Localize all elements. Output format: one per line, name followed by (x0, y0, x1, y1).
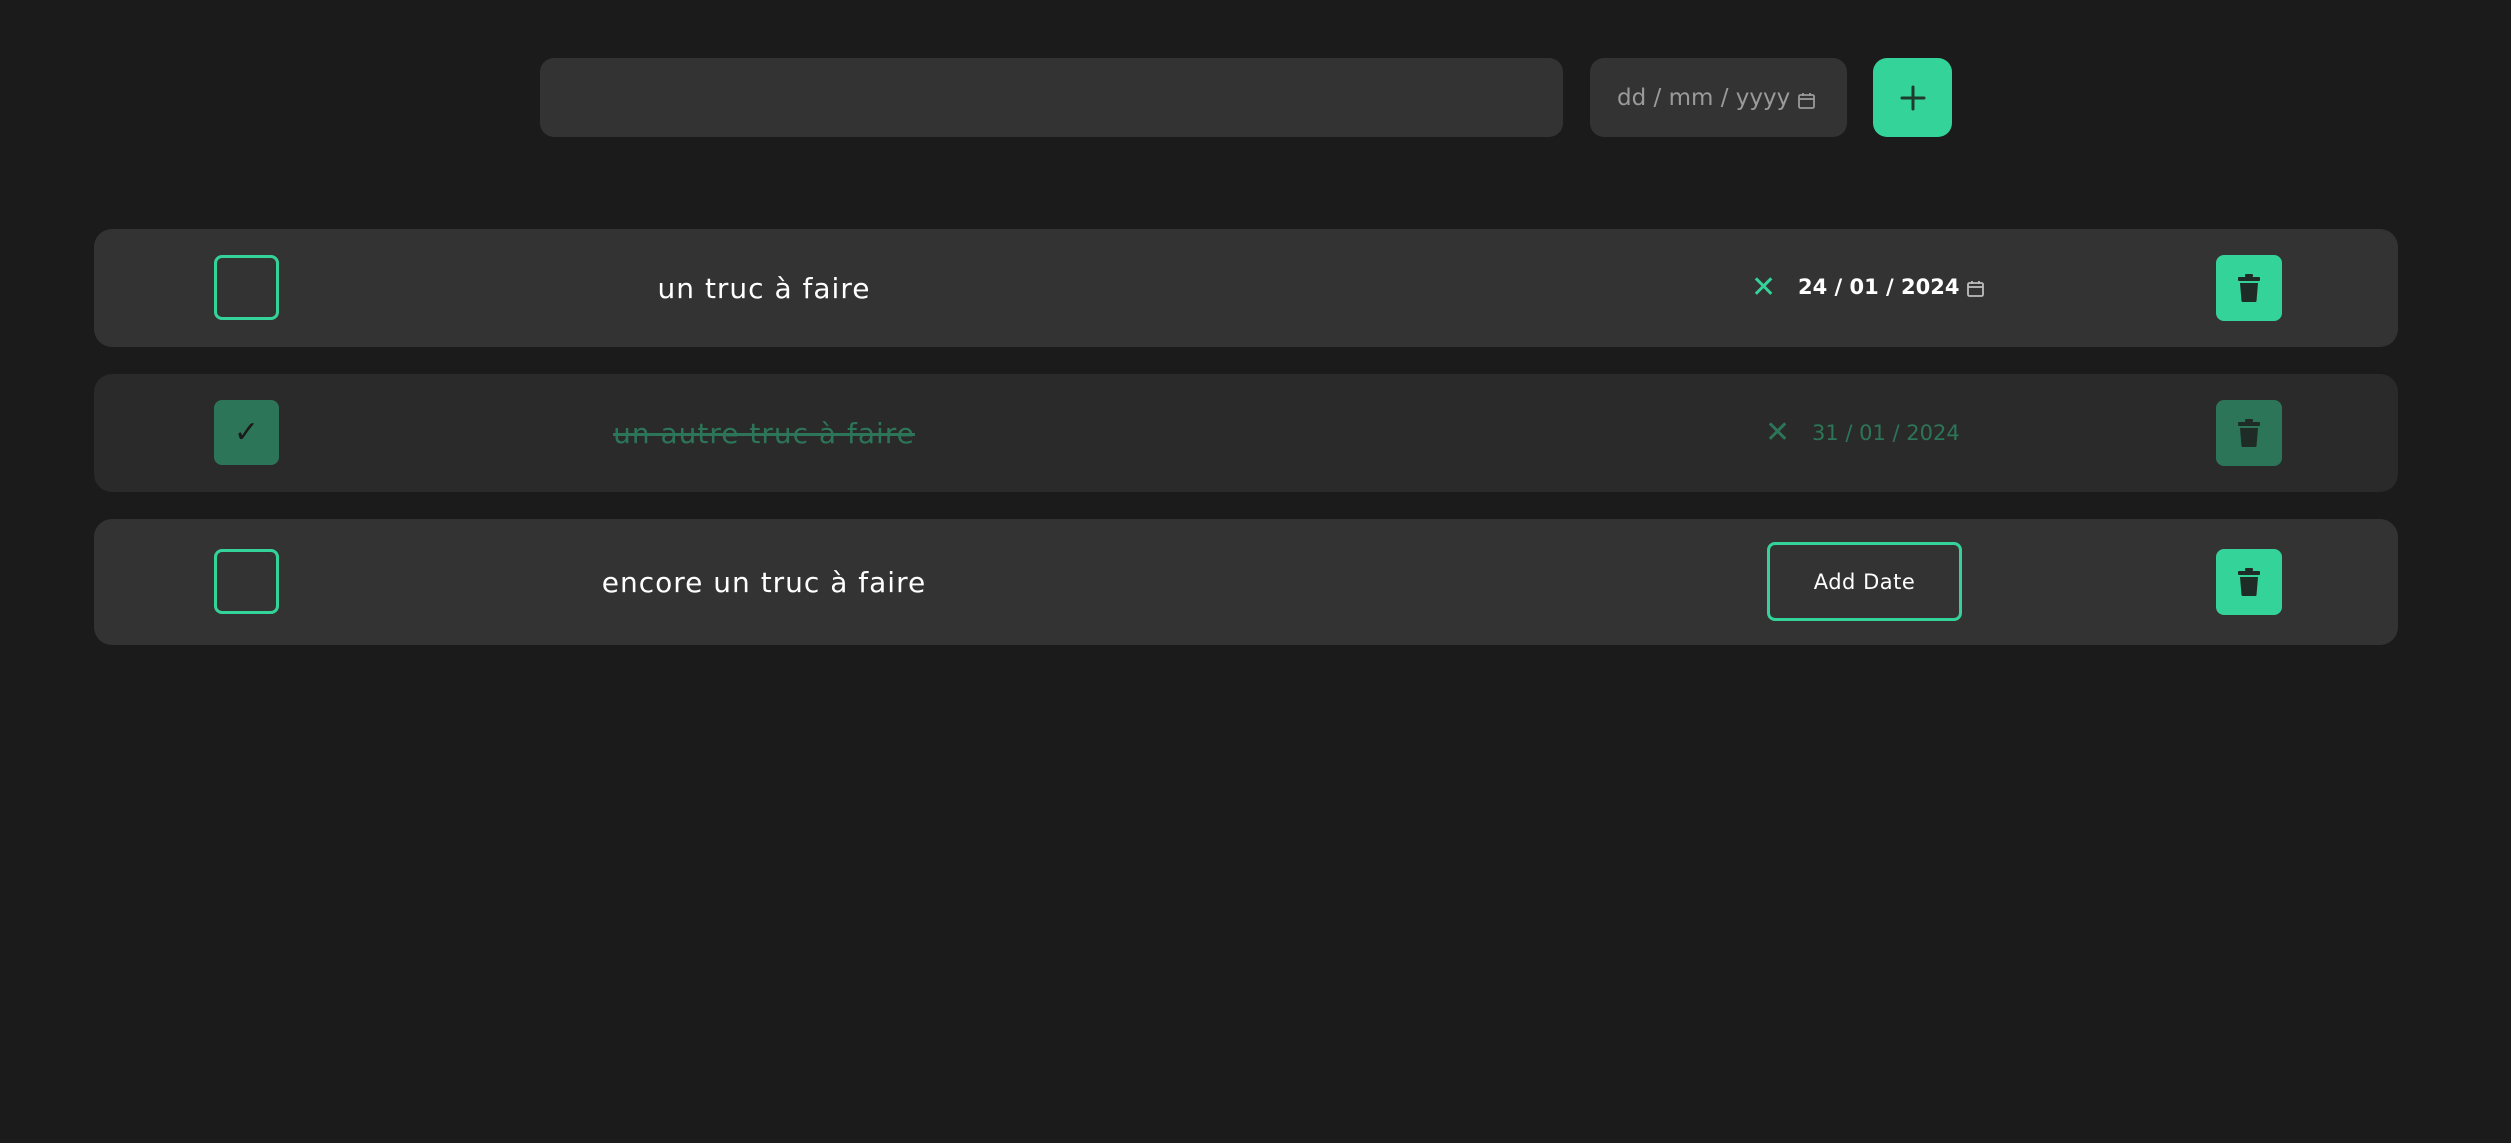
trash-icon (2238, 568, 2260, 596)
plus-icon (1900, 85, 1925, 110)
todo-text: un autre truc à faire (613, 417, 915, 450)
todo-checkbox-checked[interactable]: ✓ (214, 400, 279, 465)
todo-date-value: 24 / 01 / 2024 (1798, 275, 1960, 299)
todo-checkbox[interactable] (214, 549, 279, 614)
new-todo-date-input[interactable]: dd / mm / yyyy (1590, 58, 1847, 137)
add-date-button[interactable]: Add Date (1767, 542, 1962, 621)
todo-item: encore un truc à faire Add Date (94, 519, 2398, 645)
add-todo-button[interactable] (1873, 58, 1952, 137)
todo-text: encore un truc à faire (601, 566, 927, 599)
todo-text: un truc à faire (657, 272, 871, 305)
clear-date-button[interactable]: ✕ (1765, 418, 1790, 448)
delete-todo-button[interactable] (2216, 255, 2282, 321)
clear-date-button[interactable]: ✕ (1751, 273, 1776, 303)
todo-item: un truc à faire ✕ 24 / 01 / 2024 (94, 229, 2398, 347)
new-todo-input[interactable] (540, 58, 1563, 137)
todo-checkbox[interactable] (214, 255, 279, 320)
trash-icon (2238, 274, 2260, 302)
date-placeholder: dd / mm / yyyy (1617, 84, 1791, 111)
calendar-icon[interactable] (1967, 278, 1985, 297)
calendar-icon[interactable] (1798, 89, 1816, 109)
todo-date[interactable]: 24 / 01 / 2024 (1798, 275, 1985, 299)
delete-todo-button[interactable] (2216, 400, 2282, 466)
todo-date-value: 31 / 01 / 2024 (1812, 421, 1960, 445)
todo-date: 31 / 01 / 2024 (1812, 421, 1960, 445)
check-icon: ✓ (233, 415, 260, 450)
delete-todo-button[interactable] (2216, 549, 2282, 615)
trash-icon (2238, 419, 2260, 447)
todo-app: dd / mm / yyyy un truc à faire ✕ 24 / 01… (0, 0, 2511, 1143)
todo-item-completed: ✓ un autre truc à faire ✕ 31 / 01 / 2024 (94, 374, 2398, 492)
